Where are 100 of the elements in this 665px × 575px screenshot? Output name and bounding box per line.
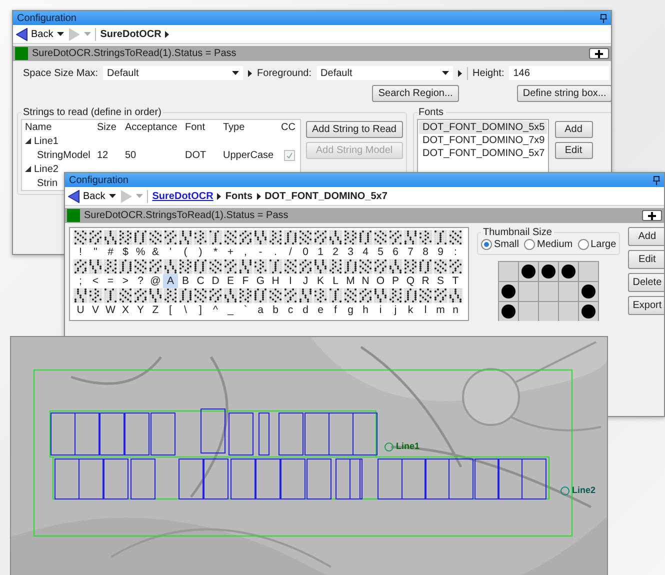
glyph-thumbnail-icon[interactable] xyxy=(388,288,403,303)
radio-button[interactable] xyxy=(481,239,492,250)
radio-button[interactable] xyxy=(578,239,589,250)
radio-option[interactable]: Medium xyxy=(524,239,573,250)
list-item[interactable]: DOT_FONT_DOMINO_7x9 xyxy=(418,134,546,147)
glyph-thumbnail-icon[interactable] xyxy=(193,288,208,303)
glyph-thumbnail-icon[interactable] xyxy=(163,259,178,274)
glyph-label[interactable]: = xyxy=(103,274,118,288)
glyph-label[interactable]: ) xyxy=(193,245,208,259)
glyph-label[interactable]: 3 xyxy=(343,245,358,259)
glyph-thumbnail-icon[interactable] xyxy=(358,288,373,303)
glyph-thumbnail-icon[interactable] xyxy=(73,288,88,303)
font-button[interactable]: Add xyxy=(628,227,664,246)
glyph-label[interactable]: 9 xyxy=(433,245,448,259)
glyph-label[interactable]: E xyxy=(223,274,238,288)
glyph-thumbnail-icon[interactable] xyxy=(88,288,103,303)
glyph-thumbnail-icon[interactable] xyxy=(118,288,133,303)
glyph-label[interactable]: U xyxy=(73,303,88,317)
column-header[interactable]: Size xyxy=(94,120,122,134)
glyph-label[interactable]: P xyxy=(388,274,403,288)
glyph-thumbnail-icon[interactable] xyxy=(223,288,238,303)
glyph-label[interactable]: ` xyxy=(238,303,253,317)
glyph-thumbnail-icon[interactable] xyxy=(268,230,283,245)
add-button[interactable] xyxy=(589,48,609,59)
list-button[interactable]: Add xyxy=(554,121,592,138)
add-button[interactable] xyxy=(642,210,662,221)
glyph-label[interactable]: Z xyxy=(148,303,163,317)
glyph-label[interactable]: 7 xyxy=(403,245,418,259)
glyph-thumbnail-icon[interactable] xyxy=(448,230,463,245)
glyph-label[interactable]: a xyxy=(253,303,268,317)
glyph-label[interactable]: J xyxy=(298,274,313,288)
glyph-label[interactable]: . xyxy=(268,245,283,259)
back-button[interactable]: Back xyxy=(16,28,54,40)
expand-arrow-icon[interactable] xyxy=(217,192,222,200)
glyph-label[interactable]: ( xyxy=(178,245,193,259)
glyph-thumbnail-icon[interactable] xyxy=(343,288,358,303)
glyph-thumbnail-icon[interactable] xyxy=(163,230,178,245)
glyph-label[interactable]: A xyxy=(163,274,178,288)
glyph-thumbnail-icon[interactable] xyxy=(298,259,313,274)
add-button[interactable]: Add String to Read xyxy=(306,121,402,138)
glyph-label[interactable]: O xyxy=(373,274,388,288)
glyph-label[interactable]: > xyxy=(118,274,133,288)
breadcrumb-link[interactable]: SureDotOCR xyxy=(152,190,214,202)
glyph-thumbnail-icon[interactable] xyxy=(223,259,238,274)
glyph-thumbnail-icon[interactable] xyxy=(343,230,358,245)
glyph-thumbnail-icon[interactable] xyxy=(403,230,418,245)
list-button[interactable]: Edit xyxy=(554,142,592,159)
font-button[interactable]: Export xyxy=(628,296,664,315)
glyph-thumbnail-icon[interactable] xyxy=(373,230,388,245)
dropdown-field[interactable]: Default xyxy=(103,66,244,80)
glyph-label[interactable]: & xyxy=(148,245,163,259)
glyph-label[interactable]: I xyxy=(283,274,298,288)
glyph-label[interactable]: g xyxy=(343,303,358,317)
glyph-thumbnail-icon[interactable] xyxy=(418,288,433,303)
glyph-label[interactable]: G xyxy=(253,274,268,288)
glyph-thumbnail-icon[interactable] xyxy=(283,259,298,274)
glyph-thumbnail-icon[interactable] xyxy=(433,230,448,245)
collapse-arrow-icon[interactable] xyxy=(25,166,31,172)
glyph-label[interactable]: @ xyxy=(148,274,163,288)
radio-button[interactable] xyxy=(524,239,536,250)
breadcrumb-item[interactable]: SureDotOCR xyxy=(100,28,162,40)
glyph-label[interactable]: i xyxy=(373,303,388,317)
glyph-label[interactable]: S xyxy=(433,274,448,288)
glyph-thumbnail-icon[interactable] xyxy=(388,259,403,274)
glyph-label[interactable]: + xyxy=(223,245,238,259)
glyph-label[interactable]: B xyxy=(178,274,193,288)
glyph-thumbnail-icon[interactable] xyxy=(193,259,208,274)
expand-arrow-icon[interactable] xyxy=(248,70,252,76)
glyph-label[interactable]: C xyxy=(193,274,208,288)
column-header[interactable]: Type xyxy=(220,120,278,134)
glyph-label[interactable]: - xyxy=(253,245,268,259)
glyph-thumbnail-icon[interactable] xyxy=(238,288,253,303)
glyph-thumbnail-icon[interactable] xyxy=(208,288,223,303)
glyph-label[interactable]: R xyxy=(418,274,433,288)
radio-option[interactable]: Large xyxy=(578,239,616,250)
list-item[interactable]: DOT_FONT_DOMINO_5x7 xyxy=(418,147,546,160)
glyph-thumbnail-icon[interactable] xyxy=(208,259,223,274)
glyph-label[interactable]: ! xyxy=(73,245,88,259)
column-header[interactable]: Acceptance xyxy=(122,120,182,134)
glyph-label[interactable]: 2 xyxy=(328,245,343,259)
glyph-thumbnail-icon[interactable] xyxy=(88,230,103,245)
input-field[interactable]: 146 xyxy=(509,66,610,80)
glyph-label[interactable]: f xyxy=(328,303,343,317)
glyph-label[interactable]: Y xyxy=(133,303,148,317)
glyph-label[interactable]: 1 xyxy=(313,245,328,259)
glyph-thumbnail-icon[interactable] xyxy=(148,288,163,303)
glyph-thumbnail-icon[interactable] xyxy=(208,230,223,245)
breadcrumb-item[interactable]: Fonts xyxy=(225,190,253,202)
glyph-thumbnail-icon[interactable] xyxy=(328,288,343,303)
glyph-thumbnail-icon[interactable] xyxy=(313,288,328,303)
glyph-label[interactable]: : xyxy=(448,245,463,259)
column-header[interactable]: Name xyxy=(22,120,94,134)
glyph-thumbnail-icon[interactable] xyxy=(283,230,298,245)
glyph-thumbnail-icon[interactable] xyxy=(298,230,313,245)
radio-option[interactable]: Small xyxy=(481,239,520,250)
glyph-thumbnail-icon[interactable] xyxy=(73,259,88,274)
glyph-thumbnail-icon[interactable] xyxy=(418,230,433,245)
glyph-thumbnail-icon[interactable] xyxy=(343,259,358,274)
glyph-thumbnail-icon[interactable] xyxy=(403,259,418,274)
glyph-thumbnail-icon[interactable] xyxy=(373,259,388,274)
